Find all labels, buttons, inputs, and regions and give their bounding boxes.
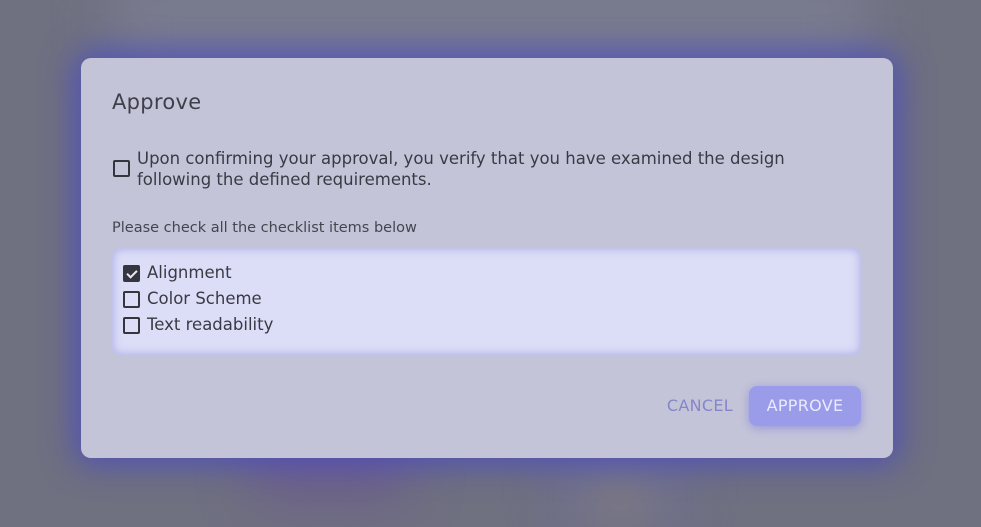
checklist-checkbox[interactable] [123, 317, 140, 334]
checklist-checkbox[interactable] [123, 265, 140, 282]
checklist-item-text-readability[interactable]: Text readability [123, 314, 523, 336]
checklist-checkbox[interactable] [123, 291, 140, 308]
cancel-button[interactable]: CANCEL [667, 386, 733, 426]
checklist-item-color-scheme[interactable]: Color Scheme [123, 288, 523, 310]
checklist-hint: Please check all the checklist items bel… [112, 220, 417, 236]
background-blur-shape [600, 480, 640, 520]
checklist-item-alignment[interactable]: Alignment [123, 262, 523, 284]
dialog-title: Approve [112, 90, 202, 114]
checklist-item-label: Text readability [147, 315, 274, 334]
checklist-item-label: Color Scheme [147, 289, 262, 308]
approve-button[interactable]: APPROVE [749, 386, 861, 426]
approve-dialog: Approve Upon confirming your approval, y… [81, 58, 893, 458]
checklist-panel: Alignment Color Scheme Text readability [112, 248, 861, 355]
checklist-item-label: Alignment [147, 263, 232, 282]
confirm-approval-checkbox[interactable] [113, 160, 130, 177]
confirm-approval-text: Upon confirming your approval, you verif… [137, 149, 785, 189]
